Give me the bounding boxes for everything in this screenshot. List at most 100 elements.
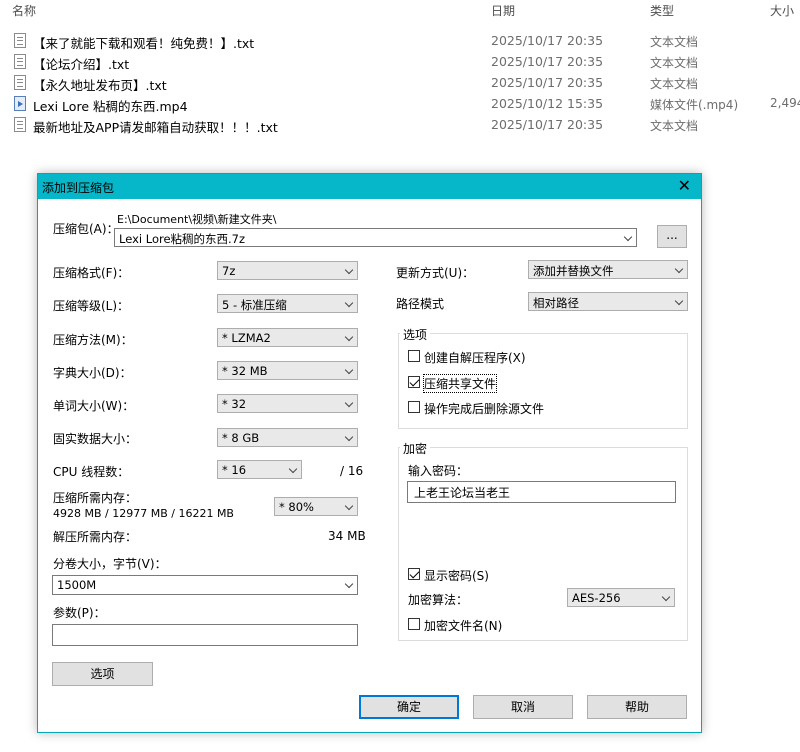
solid-label: 固实数据大小： — [53, 432, 138, 446]
method-select[interactable]: * LZMA2 — [217, 328, 358, 347]
help-button[interactable]: 帮助 — [587, 695, 687, 719]
dict-value: * 32 MB — [222, 364, 268, 378]
password-input[interactable]: 上老王论坛当老王 — [407, 481, 676, 503]
file-date: 2025/10/17 20:35 — [491, 33, 604, 48]
file-type: 文本文档 — [650, 35, 699, 49]
txt-file-icon — [14, 54, 26, 69]
show-password-label: 显示密码(S) — [424, 569, 489, 583]
chevron-down-icon — [674, 296, 684, 306]
params-input[interactable] — [52, 624, 358, 646]
column-header-size[interactable]: 大小 — [770, 2, 794, 19]
mem-comp-detail: 4928 MB / 12977 MB / 16221 MB — [53, 507, 234, 520]
checkbox-box[interactable] — [408, 618, 420, 630]
sfx-checkbox-label: 创建自解压程序(X) — [424, 351, 526, 365]
update-select[interactable]: 添加并替换文件 — [528, 260, 688, 279]
file-date: 2025/10/17 20:35 — [491, 117, 604, 132]
file-type: 文本文档 — [650, 119, 699, 133]
mem-comp-label: 压缩所需内存： — [53, 491, 138, 505]
txt-file-icon — [14, 75, 26, 90]
dict-select[interactable]: * 32 MB — [217, 361, 358, 380]
password-label: 输入密码： — [408, 464, 469, 478]
mem-usage-value: * 80% — [279, 500, 314, 514]
encrypt-names-label: 加密文件名(N) — [424, 619, 503, 633]
volume-value: 1500M — [57, 578, 97, 592]
archive-name-value: Lexi Lore粘稠的东西.7z — [119, 232, 246, 246]
column-header-name[interactable]: 名称 — [12, 2, 36, 19]
close-icon[interactable]: ✕ — [678, 176, 691, 195]
volume-label: 分卷大小，字节(V)： — [53, 557, 167, 571]
file-row[interactable]: Lexi Lore 粘稠的东西.mp4 2025/10/12 15:35 媒体文… — [0, 93, 800, 114]
path-mode-select[interactable]: 相对路径 — [528, 292, 688, 311]
format-label: 压缩格式(F)： — [53, 266, 130, 280]
mem-decomp-value: 34 MB — [328, 529, 366, 543]
mem-usage-select[interactable]: * 80% — [274, 497, 358, 516]
file-row[interactable]: 【来了就能下载和观看！纯免费！】.txt 2025/10/17 20:35 文本… — [0, 30, 800, 51]
file-name: 【永久地址发布页】.txt — [33, 78, 167, 93]
chevron-down-icon — [344, 398, 354, 408]
column-header-date[interactable]: 日期 — [491, 2, 515, 19]
threads-select[interactable]: * 16 — [217, 460, 302, 479]
file-name: 【论坛介绍】.txt — [33, 57, 130, 72]
file-name: 最新地址及APP请发邮箱自动获取！！！.txt — [33, 120, 278, 135]
txt-file-icon — [14, 33, 26, 48]
video-file-icon — [14, 96, 26, 111]
format-value: 7z — [222, 264, 236, 278]
txt-file-icon — [14, 117, 26, 132]
encryption-group-title: 加密 — [400, 440, 431, 457]
solid-value: * 8 GB — [222, 431, 260, 445]
volume-combo[interactable]: 1500M — [52, 575, 358, 595]
file-row[interactable]: 【永久地址发布页】.txt 2025/10/17 20:35 文本文档 — [0, 72, 800, 93]
level-label: 压缩等级(L)： — [53, 299, 130, 313]
level-select[interactable]: 5 - 标准压缩 — [217, 294, 358, 313]
mem-decomp-label: 解压所需内存： — [53, 530, 138, 544]
options-button[interactable]: 选项 — [52, 662, 153, 686]
word-select[interactable]: * 32 — [217, 394, 358, 413]
chevron-down-icon — [344, 265, 354, 275]
ok-button[interactable]: 确定 — [359, 695, 459, 719]
options-group-title: 选项 — [400, 326, 431, 343]
checkbox-box[interactable] — [408, 401, 420, 413]
file-name: 【来了就能下载和观看！纯免费！】.txt — [33, 36, 255, 51]
chevron-down-icon — [344, 298, 354, 308]
chevron-down-icon — [623, 232, 633, 242]
encryption-method-value: AES-256 — [572, 591, 621, 605]
method-value: * LZMA2 — [222, 331, 271, 345]
checkbox-box[interactable] — [408, 350, 420, 362]
file-date: 2025/10/17 20:35 — [491, 75, 604, 90]
archive-label: 压缩包(A)： — [53, 222, 119, 236]
chevron-down-icon — [674, 264, 684, 274]
archive-path: E:\Document\视频\新建文件夹\ — [117, 213, 277, 226]
checkbox-box[interactable] — [408, 376, 420, 388]
archive-name-combo[interactable]: Lexi Lore粘稠的东西.7z — [114, 228, 637, 247]
file-type: 文本文档 — [650, 77, 699, 91]
update-value: 添加并替换文件 — [533, 264, 614, 278]
file-type: 媒体文件(.mp4) — [650, 98, 739, 112]
cancel-button[interactable]: 取消 — [473, 695, 573, 719]
encryption-method-label: 加密算法： — [408, 593, 469, 607]
threads-value: * 16 — [222, 463, 247, 477]
file-date: 2025/10/17 20:35 — [491, 54, 604, 69]
column-header-type[interactable]: 类型 — [650, 2, 674, 19]
chevron-down-icon — [344, 432, 354, 442]
path-mode-label: 路径模式 — [396, 297, 445, 311]
chevron-down-icon — [288, 464, 298, 474]
chevron-down-icon — [344, 501, 354, 511]
solid-select[interactable]: * 8 GB — [217, 428, 358, 447]
password-value: 上老王论坛当老王 — [414, 486, 511, 500]
encryption-method-select[interactable]: AES-256 — [567, 588, 675, 607]
chevron-down-icon — [661, 592, 671, 602]
threads-total: / 16 — [340, 464, 364, 478]
file-row[interactable]: 【论坛介绍】.txt 2025/10/17 20:35 文本文档 — [0, 51, 800, 72]
format-select[interactable]: 7z — [217, 261, 358, 280]
path-mode-value: 相对路径 — [533, 296, 579, 310]
dialog-titlebar[interactable]: 添加到压缩包 ✕ — [38, 174, 701, 199]
chevron-down-icon — [344, 579, 354, 589]
browse-button[interactable]: ... — [657, 225, 687, 248]
dialog-title: 添加到压缩包 — [42, 181, 115, 195]
file-date: 2025/10/12 15:35 — [491, 96, 604, 111]
file-size: 2,494 — [770, 96, 800, 110]
checkbox-box[interactable] — [408, 568, 420, 580]
file-row[interactable]: 最新地址及APP请发邮箱自动获取！！！.txt 2025/10/17 20:35… — [0, 114, 800, 135]
file-name: Lexi Lore 粘稠的东西.mp4 — [33, 99, 188, 114]
chevron-down-icon — [344, 332, 354, 342]
